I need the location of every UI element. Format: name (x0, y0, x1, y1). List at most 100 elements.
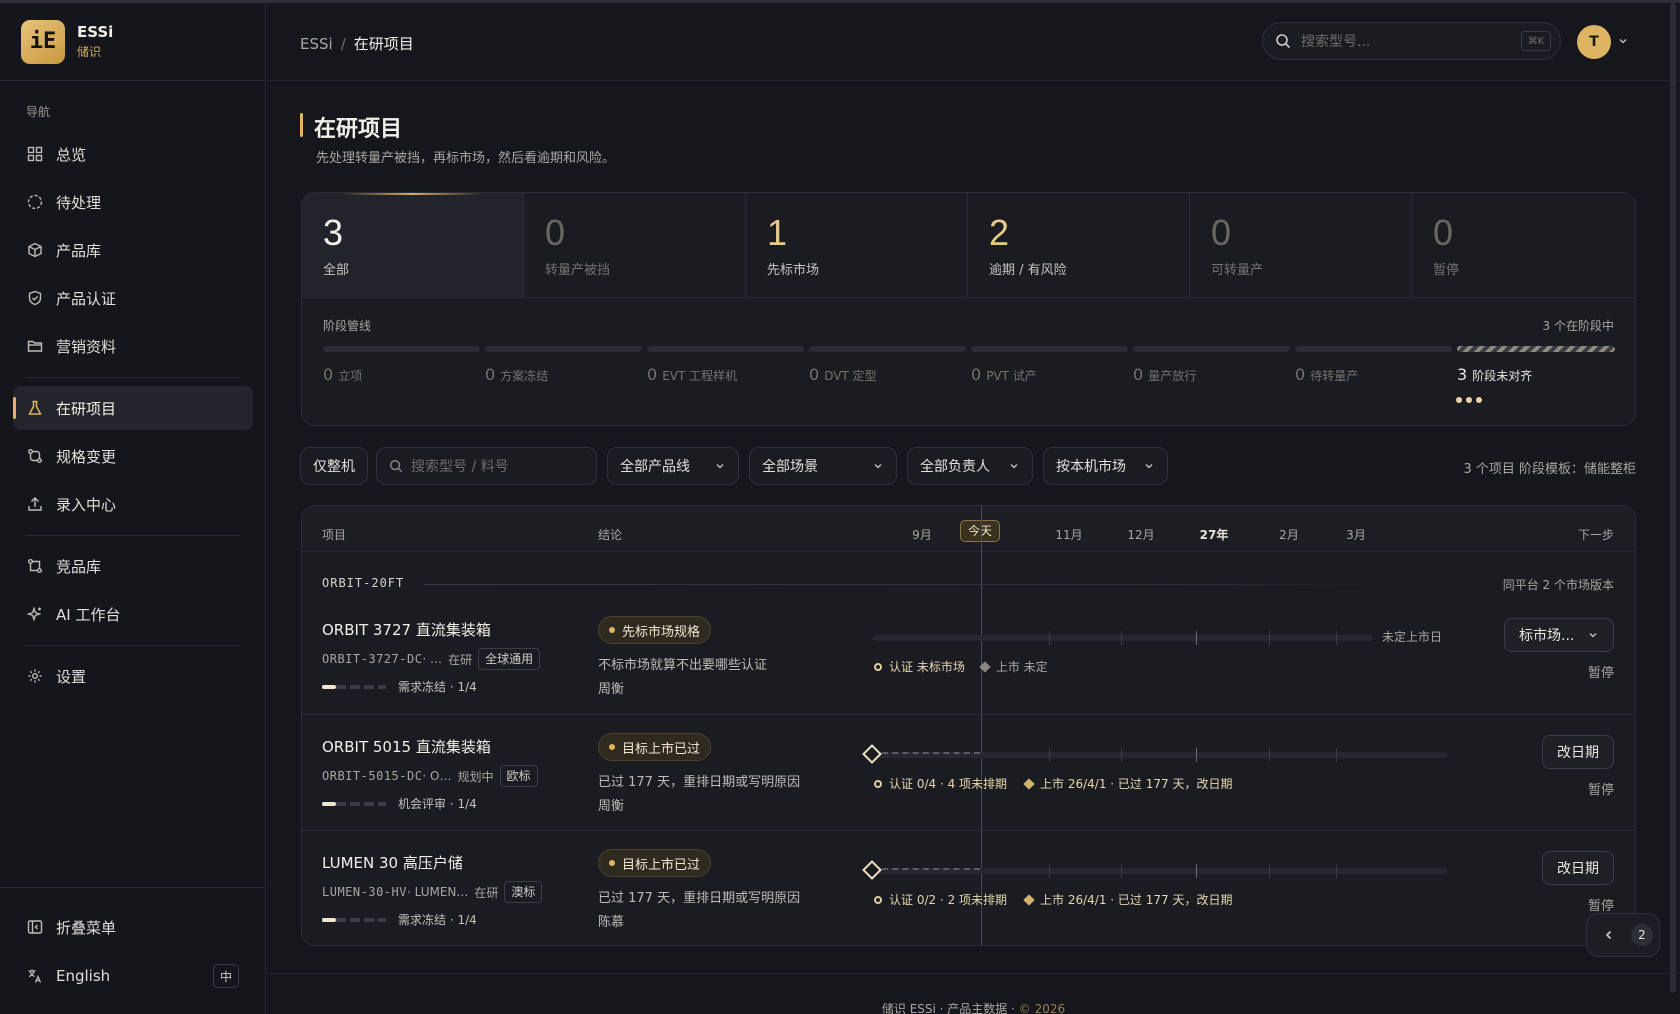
project-code: LUMEN-30-HV (322, 885, 407, 899)
market-tag: 全球通用 (478, 648, 541, 670)
timeline-tick (1269, 864, 1270, 878)
timeline-track (873, 635, 1373, 641)
project-name[interactable]: ORBIT 3727 直流集装箱 (322, 619, 491, 640)
pipeline-stage[interactable]: 0 DVT 定型 (809, 365, 877, 384)
stage-label: 方案冻结 (500, 369, 549, 383)
sidebar-item-projects[interactable]: 在研项目 (13, 386, 253, 430)
pipeline-stage[interactable]: 0 立项 (323, 365, 362, 384)
pause-link[interactable]: 暂停 (1588, 779, 1614, 798)
pipeline-stage[interactable]: 3 阶段未对齐 (1457, 365, 1532, 384)
group-note: 同平台 2 个市场版本 (1502, 578, 1614, 592)
folder-icon (26, 337, 44, 355)
sidebar-item-ai-workbench[interactable]: AI 工作台 (13, 592, 253, 636)
pipeline-stage[interactable]: 0 方案冻结 (485, 365, 548, 384)
table-row[interactable]: ORBIT 3727 直流集装箱 ORBIT-3727-DC · … 在研 全球… (302, 598, 1635, 714)
project-name[interactable]: ORBIT 5015 直流集装箱 (322, 736, 491, 757)
stage-count: 0 (971, 365, 982, 384)
stat-label: 逾期 / 有风险 (989, 263, 1067, 278)
table-row[interactable]: LUMEN 30 高压户储 LUMEN-30-HV · LUMEN… 在研 澳标… (302, 830, 1635, 945)
stage-progress: 机会评审 · 1/4 (322, 795, 477, 812)
stage-label: DVT 定型 (824, 369, 877, 383)
pipeline-stage[interactable]: 0 PVT 试产 (971, 365, 1037, 384)
scenario-select[interactable]: 全部场景 (749, 447, 897, 485)
chevron-left-icon[interactable] (1603, 929, 1615, 941)
project-name[interactable]: LUMEN 30 高压户储 (322, 852, 463, 873)
change-date-button[interactable]: 改日期 (1542, 851, 1614, 885)
stat-ready[interactable]: 0 可转量产 (1190, 193, 1412, 297)
avatar[interactable]: T (1577, 25, 1611, 59)
sidebar-item-label: 竞品库 (56, 557, 102, 576)
sidebar-item-settings[interactable]: 设置 (13, 654, 253, 698)
timeline-overdue-segment (882, 868, 980, 870)
grid-icon (26, 145, 44, 163)
stat-overdue[interactable]: 2 逾期 / 有风险 (968, 193, 1190, 297)
pipeline-stage[interactable]: 0 EVT 工程样机 (647, 365, 737, 384)
search-icon (1275, 33, 1291, 49)
today-marker[interactable]: 今天 (960, 520, 1001, 542)
mark-market-button[interactable]: 标市场... (1504, 618, 1614, 652)
project-code: ORBIT-5015-DC (322, 769, 423, 783)
sidebar-item-entry[interactable]: 录入中心 (13, 482, 253, 526)
timeline-legend: 认证 未标市场 上市 未定 (874, 658, 1048, 675)
market-select[interactable]: 按本机市场 (1043, 447, 1168, 485)
stage-count: 0 (485, 365, 496, 384)
pipeline-stage[interactable]: 0 量产放行 (1133, 365, 1196, 384)
collapse-menu-button[interactable]: 折叠菜单 (13, 905, 253, 949)
whole-unit-toggle[interactable]: 仅整机 (300, 447, 368, 485)
sidebar-item-competitors[interactable]: 竞品库 (13, 544, 253, 588)
sidebar-item-products[interactable]: 产品库 (13, 228, 253, 272)
pipeline-stage[interactable]: 0 待转量产 (1295, 365, 1358, 384)
page-number[interactable]: 2 (1631, 924, 1653, 946)
stat-all[interactable]: 3 全部 (302, 193, 524, 297)
page-scrollbar[interactable] (1670, 3, 1676, 993)
sidebar-item-spec-changes[interactable]: 规格变更 (13, 434, 253, 478)
sidebar-item-label: 录入中心 (56, 495, 117, 514)
launch-diamond-icon[interactable] (862, 860, 882, 880)
nav-section-label: 导航 (26, 105, 51, 119)
chevron-down-icon[interactable] (1617, 35, 1629, 47)
month-label: 3月 (1346, 528, 1366, 542)
sidebar-item-marketing[interactable]: 营销资料 (13, 324, 253, 368)
timeline-tick (1049, 864, 1050, 878)
language-toggle[interactable]: 中 (213, 964, 239, 988)
topbar: ESSi / 在研项目 搜索型号... ⌘K T (267, 3, 1680, 81)
cert-ring-icon (874, 662, 882, 671)
brand[interactable]: iE ESSi 储识 (0, 3, 265, 81)
search-placeholder: 搜索型号... (1301, 34, 1371, 50)
global-search-input[interactable]: 搜索型号... ⌘K (1262, 22, 1561, 60)
owner-select[interactable]: 全部负责人 (907, 447, 1033, 485)
timeline-tick (1121, 748, 1122, 762)
pipeline-segment (971, 346, 1128, 352)
progress-bar (322, 684, 386, 689)
product-line-select[interactable]: 全部产品线 (607, 447, 739, 485)
launch-diamond-icon[interactable] (862, 744, 882, 764)
pause-link[interactable]: 暂停 (1588, 662, 1614, 681)
pause-link[interactable]: 暂停 (1588, 895, 1614, 914)
sidebar-collapse-icon (26, 918, 44, 936)
pipeline-segment (1133, 346, 1290, 352)
progress-bar (322, 801, 386, 806)
stat-label: 可转量产 (1211, 263, 1264, 278)
pipeline-segment (485, 346, 642, 352)
breadcrumb-root[interactable]: ESSi (300, 35, 333, 53)
timeline-tick (1121, 631, 1122, 645)
change-date-button[interactable]: 改日期 (1542, 735, 1614, 769)
chevron-down-icon (872, 460, 884, 472)
stat-paused[interactable]: 0 暂停 (1412, 193, 1635, 297)
project-search-input[interactable]: 搜索型号 / 料号 (376, 447, 597, 485)
stage-label: 量产放行 (1148, 369, 1197, 383)
stat-value: 2 (989, 212, 1010, 253)
pipeline-segment (647, 346, 804, 352)
stat-mark-market[interactable]: 1 先标市场 (746, 193, 968, 297)
stat-blocked[interactable]: 0 转量产被挡 (524, 193, 746, 297)
table-row[interactable]: ORBIT 5015 直流集装箱 ORBIT-5015-DC · O… 规划中 … (302, 714, 1635, 830)
timeline-legend: 认证 0/4 · 4 项未排期 上市 26/4/1 · 已过 177 天，改日期 (874, 775, 1232, 792)
shortcut-hint: ⌘K (1521, 31, 1551, 51)
dashed-circle-icon (26, 193, 44, 211)
sidebar-item-overview[interactable]: 总览 (13, 132, 253, 176)
nav-divider (26, 645, 240, 646)
sidebar-item-certification[interactable]: 产品认证 (13, 276, 253, 320)
project-code-extra: · … (422, 652, 443, 666)
month-label: 11月 (1055, 528, 1083, 542)
sidebar-item-todo[interactable]: 待处理 (13, 180, 253, 224)
